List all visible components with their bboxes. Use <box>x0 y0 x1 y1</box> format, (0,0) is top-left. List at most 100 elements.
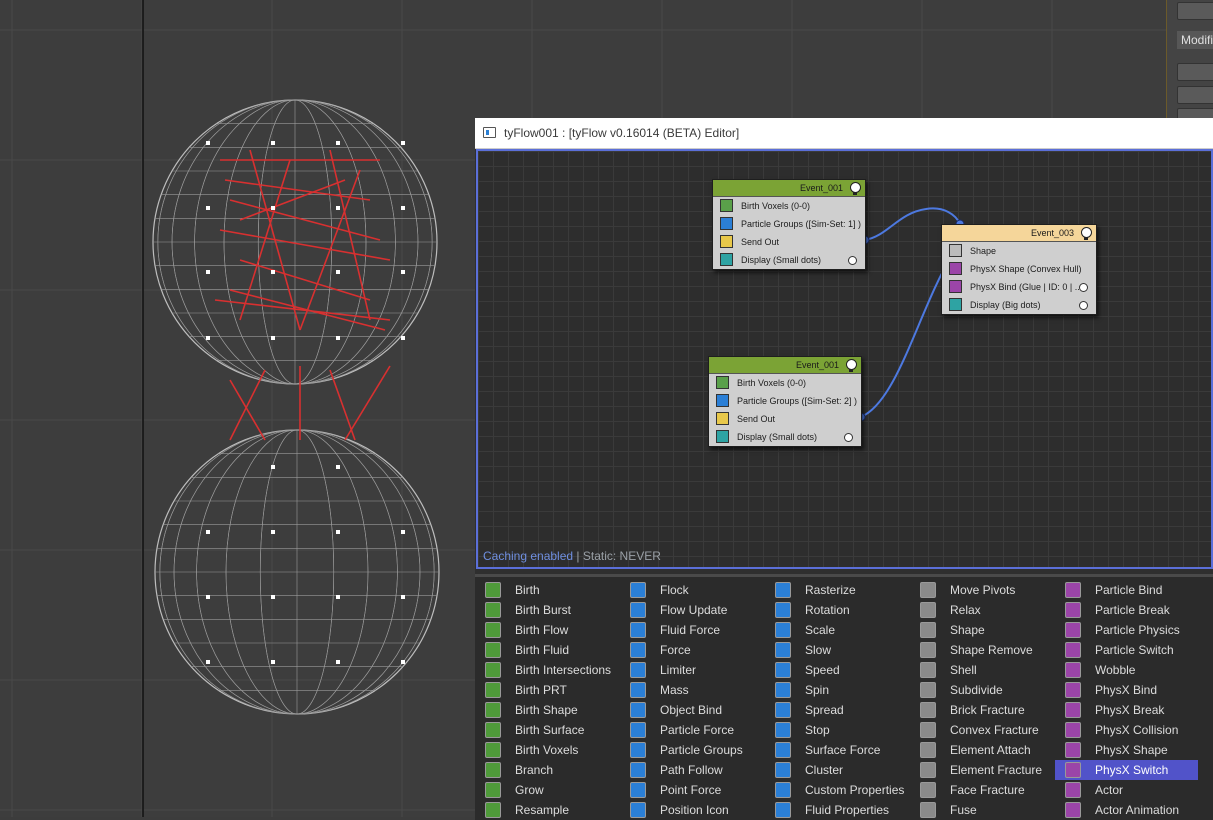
operator-item-birth-intersections[interactable]: Birth Intersections <box>475 660 620 680</box>
operator-item-point-force[interactable]: Point Force <box>620 780 765 800</box>
operator-row[interactable]: Display (Small dots) <box>713 251 865 269</box>
operator-item-birth-shape[interactable]: Birth Shape <box>475 700 620 720</box>
operator-row[interactable]: Particle Groups ([Sim-Set: 1] ) <box>713 215 865 233</box>
bulb-icon[interactable] <box>1081 227 1092 240</box>
operator-item-birth-fluid[interactable]: Birth Fluid <box>475 640 620 660</box>
operator-item-flock[interactable]: Flock <box>620 580 765 600</box>
operator-item-particle-physics[interactable]: Particle Physics <box>1055 620 1198 640</box>
operator-item-surface-force[interactable]: Surface Force <box>765 740 910 760</box>
operator-row[interactable]: PhysX Shape (Convex Hull) <box>942 260 1096 278</box>
operator-item-label: Birth <box>515 583 540 597</box>
operator-item-birth[interactable]: Birth <box>475 580 620 600</box>
command-panel-button[interactable] <box>1177 2 1213 20</box>
operator-row[interactable]: Birth Voxels (0-0) <box>709 374 861 392</box>
operator-item-birth-surface[interactable]: Birth Surface <box>475 720 620 740</box>
flow-canvas[interactable]: Event_001 Birth Voxels (0-0) Particle Gr… <box>476 149 1213 569</box>
operator-item-stop[interactable]: Stop <box>765 720 910 740</box>
event-node[interactable]: Event_001 Birth Voxels (0-0) Particle Gr… <box>712 179 866 270</box>
operator-item-physx-shape[interactable]: PhysX Shape <box>1055 740 1198 760</box>
operator-item-speed[interactable]: Speed <box>765 660 910 680</box>
operator-item-relax[interactable]: Relax <box>910 600 1055 620</box>
operator-item-custom-properties[interactable]: Custom Properties <box>765 780 910 800</box>
operator-item-birth-flow[interactable]: Birth Flow <box>475 620 620 640</box>
operator-item-physx-collision[interactable]: PhysX Collision <box>1055 720 1198 740</box>
operator-item-actor-animation[interactable]: Actor Animation <box>1055 800 1198 820</box>
operator-item-particle-bind[interactable]: Particle Bind <box>1055 580 1198 600</box>
operator-item-rotation[interactable]: Rotation <box>765 600 910 620</box>
operator-item-fluid-properties[interactable]: Fluid Properties <box>765 800 910 820</box>
status-bar: Caching enabled | Static: NEVER <box>483 549 661 563</box>
operator-item-force[interactable]: Force <box>620 640 765 660</box>
operator-row[interactable]: Display (Big dots) <box>942 296 1096 314</box>
bulb-icon[interactable] <box>850 182 861 195</box>
modifier-list-label[interactable]: Modifie <box>1177 31 1213 49</box>
operator-item-convex-fracture[interactable]: Convex Fracture <box>910 720 1055 740</box>
operator-item-object-bind[interactable]: Object Bind <box>620 700 765 720</box>
operator-item-element-attach[interactable]: Element Attach <box>910 740 1055 760</box>
operator-item-mass[interactable]: Mass <box>620 680 765 700</box>
operator-row[interactable]: Particle Groups ([Sim-Set: 2] ) <box>709 392 861 410</box>
operator-item-actor[interactable]: Actor <box>1055 780 1198 800</box>
operator-item-element-fracture[interactable]: Element Fracture <box>910 760 1055 780</box>
particle-point <box>271 336 275 340</box>
operator-item-spin[interactable]: Spin <box>765 680 910 700</box>
operator-item-resample[interactable]: Resample <box>475 800 620 820</box>
operator-label: Particle Groups ([Sim-Set: 2] ) <box>737 396 858 406</box>
event-node[interactable]: Event_001 Birth Voxels (0-0) Particle Gr… <box>708 356 862 447</box>
operator-row[interactable]: Send Out <box>713 233 865 251</box>
operator-item-label: Brick Fracture <box>950 703 1025 717</box>
event-node[interactable]: Event_003 Shape PhysX Shape (Convex Hull… <box>941 224 1097 315</box>
command-panel-button[interactable] <box>1177 63 1213 81</box>
operator-item-particle-break[interactable]: Particle Break <box>1055 600 1198 620</box>
operator-item-birth-prt[interactable]: Birth PRT <box>475 680 620 700</box>
operator-item-move-pivots[interactable]: Move Pivots <box>910 580 1055 600</box>
operator-item-fuse[interactable]: Fuse <box>910 800 1055 820</box>
operator-item-birth-burst[interactable]: Birth Burst <box>475 600 620 620</box>
editor-titlebar[interactable]: tyFlow001 : [tyFlow v0.16014 (BETA) Edit… <box>475 118 1213 149</box>
command-panel-button[interactable] <box>1177 86 1213 104</box>
display-toggle[interactable] <box>1079 301 1088 310</box>
caching-status[interactable]: Caching enabled <box>483 549 573 563</box>
operator-item-flow-update[interactable]: Flow Update <box>620 600 765 620</box>
operator-row[interactable]: Send Out <box>709 410 861 428</box>
operator-item-wobble[interactable]: Wobble <box>1055 660 1198 680</box>
operator-item-shape-remove[interactable]: Shape Remove <box>910 640 1055 660</box>
operator-item-particle-force[interactable]: Particle Force <box>620 720 765 740</box>
display-toggle[interactable] <box>844 433 853 442</box>
operator-row[interactable]: Shape <box>942 242 1096 260</box>
operator-item-particle-switch[interactable]: Particle Switch <box>1055 640 1198 660</box>
operator-item-grow[interactable]: Grow <box>475 780 620 800</box>
operator-item-spread[interactable]: Spread <box>765 700 910 720</box>
birth-prt-icon <box>485 682 501 698</box>
operator-item-cluster[interactable]: Cluster <box>765 760 910 780</box>
event-header[interactable]: Event_003 <box>942 225 1096 242</box>
operator-item-fluid-force[interactable]: Fluid Force <box>620 620 765 640</box>
event-header[interactable]: Event_001 <box>709 357 861 374</box>
operator-item-shape[interactable]: Shape <box>910 620 1055 640</box>
operator-item-position-icon[interactable]: Position Icon <box>620 800 765 820</box>
display-toggle[interactable] <box>1079 283 1088 292</box>
bulb-icon[interactable] <box>846 359 857 372</box>
operator-item-label: Slow <box>805 643 832 657</box>
operator-item-limiter[interactable]: Limiter <box>620 660 765 680</box>
operator-item-physx-bind[interactable]: PhysX Bind <box>1055 680 1198 700</box>
operator-row[interactable]: PhysX Bind (Glue | ID: 0 | ... <box>942 278 1096 296</box>
operator-item-brick-fracture[interactable]: Brick Fracture <box>910 700 1055 720</box>
operator-item-particle-groups[interactable]: Particle Groups <box>620 740 765 760</box>
operator-item-path-follow[interactable]: Path Follow <box>620 760 765 780</box>
event-header[interactable]: Event_001 <box>713 180 865 197</box>
operator-item-slow[interactable]: Slow <box>765 640 910 660</box>
operator-item-rasterize[interactable]: Rasterize <box>765 580 910 600</box>
operator-item-scale[interactable]: Scale <box>765 620 910 640</box>
operator-item-birth-voxels[interactable]: Birth Voxels <box>475 740 620 760</box>
operator-item-shell[interactable]: Shell <box>910 660 1055 680</box>
display-toggle[interactable] <box>848 256 857 265</box>
operator-row[interactable]: Display (Small dots) <box>709 428 861 446</box>
operator-row[interactable]: Birth Voxels (0-0) <box>713 197 865 215</box>
operator-item-face-fracture[interactable]: Face Fracture <box>910 780 1055 800</box>
birth-icon <box>485 582 501 598</box>
operator-item-physx-switch[interactable]: PhysX Switch <box>1055 760 1198 780</box>
operator-item-physx-break[interactable]: PhysX Break <box>1055 700 1198 720</box>
operator-item-subdivide[interactable]: Subdivide <box>910 680 1055 700</box>
operator-item-branch[interactable]: Branch <box>475 760 620 780</box>
